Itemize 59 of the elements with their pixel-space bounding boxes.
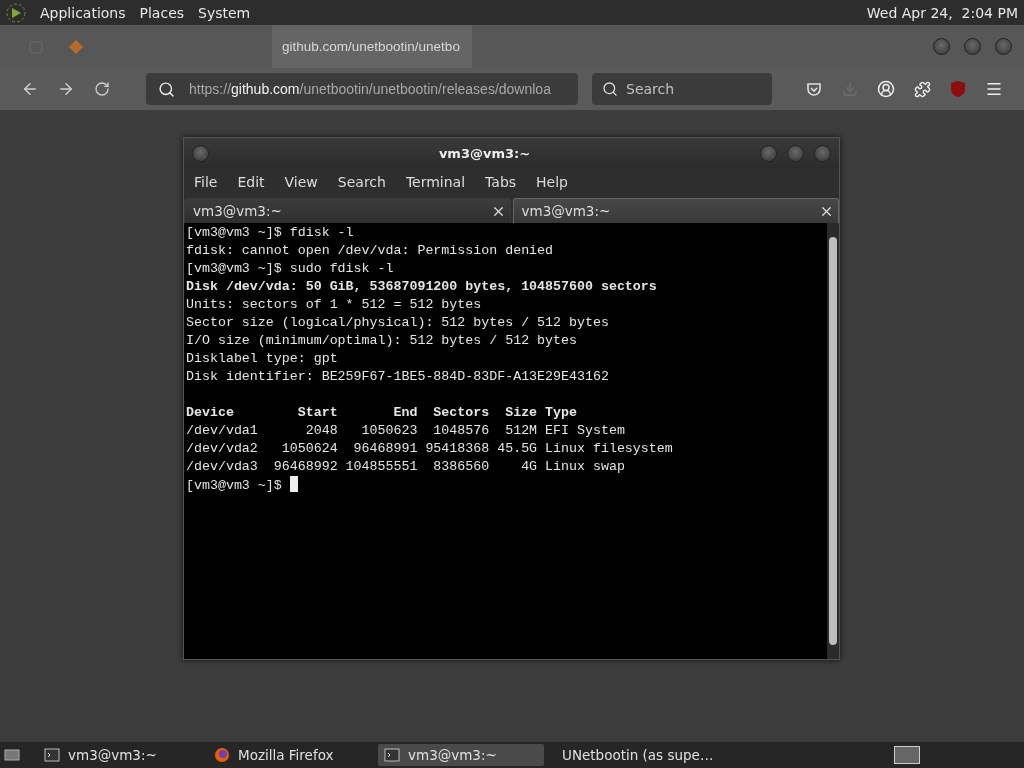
menu-item[interactable]: Terminal: [405, 174, 466, 190]
scrollbar[interactable]: [827, 223, 839, 659]
terminal-line: [vm3@vm3 ~]$ fdisk -l: [186, 225, 354, 240]
forward-arrow-icon: [57, 80, 75, 98]
shield-icon: [950, 80, 966, 98]
menu-icon: [985, 80, 1003, 98]
minimize-button[interactable]: [760, 144, 777, 162]
diamond-icon: [68, 38, 84, 55]
desktop-icon: [4, 747, 20, 763]
terminal-line: fdisk: cannot open /dev/vda: Permission denied: [186, 243, 554, 258]
menu-item[interactable]: File: [194, 174, 218, 190]
terminal-line: /dev/vda2 1050624 96468991 95418368 45.5G Linux filesystem: [186, 441, 673, 456]
window-button[interactable]: [995, 38, 1012, 55]
clock[interactable]: Wed Apr 24, 2:04 PM: [866, 4, 1018, 21]
terminal-line: I/O size (minimum/optimal): 512 bytes / 512 bytes: [186, 333, 577, 348]
play-logo-icon: [6, 2, 26, 23]
terminal-line: [vm3@vm3 ~]$ sudo fdisk -l: [186, 261, 394, 276]
puzzle-icon: [913, 80, 931, 98]
menu-item[interactable]: Edit: [237, 174, 265, 190]
account-icon: [877, 80, 895, 98]
terminal-line: Disk identifier: BE259F67-1BE5-884D-83DF-A13E29E43162: [186, 369, 609, 384]
taskbar-item[interactable]: vm3@vm3:~: [38, 744, 204, 766]
terminal-line: /dev/vda3 96468992 104855551 8386560 4G Linux swap: [186, 459, 625, 474]
menu-item[interactable]: Tabs: [485, 174, 517, 190]
terminal-tab[interactable]: vm3@vm3:~: [512, 198, 839, 223]
window-menu-button[interactable]: [192, 144, 209, 162]
terminal-line: /dev/vda1 2048 1050623 1048576 512M EFI System: [186, 423, 625, 438]
browser-tab[interactable]: github.com/unetbootin/unetbo: [272, 25, 472, 68]
taskbar-item[interactable]: Mozilla Firefox: [208, 744, 374, 766]
maximize-button[interactable]: [787, 144, 804, 162]
address-field[interactable]: https://github.com/unetbootin/unetbootin/releases/downloa: [146, 73, 578, 105]
terminal-line: Units: sectors of 1 * 512 = 512 bytes: [186, 297, 482, 312]
terminal-icon: [44, 747, 60, 763]
panel-menu[interactable]: Applications: [40, 4, 126, 21]
menu-item[interactable]: View: [284, 174, 318, 190]
panel-menu[interactable]: Places: [139, 4, 185, 21]
search-icon: [158, 80, 175, 98]
pocket-icon: [806, 81, 822, 97]
terminal-line: Device Start End Sectors Size Type: [186, 405, 577, 420]
workspace-switcher[interactable]: [894, 746, 920, 764]
terminal-line: Sector size (logical/physical): 512 bytes / 512 bytes: [186, 315, 609, 330]
reload-icon: [94, 81, 110, 97]
terminal-icon: [384, 747, 400, 763]
taskbar-item[interactable]: vm3@vm3:~: [378, 744, 544, 766]
window-button[interactable]: [964, 38, 981, 55]
search-field[interactable]: Search: [592, 73, 772, 105]
taskbar-item[interactable]: UNetbootin (as supe…: [548, 744, 714, 766]
window-title: vm3@vm3:~: [437, 145, 532, 161]
fox-globe-icon: [214, 747, 230, 763]
menu-item[interactable]: Help: [536, 174, 568, 190]
terminal-line: Disk /dev/vda: 50 GiB, 53687091200 bytes, 104857600 sectors: [186, 279, 657, 294]
terminal-line: Disklabel type: gpt: [186, 351, 338, 366]
terminal-line: [vm3@vm3 ~]$: [186, 478, 283, 493]
panel-menu[interactable]: System: [198, 4, 251, 21]
menu-item[interactable]: Search: [337, 174, 386, 190]
close-button[interactable]: [814, 144, 831, 162]
search-icon: [602, 81, 618, 97]
terminal-tab[interactable]: vm3@vm3:~: [184, 198, 511, 223]
window-button[interactable]: [933, 38, 950, 55]
